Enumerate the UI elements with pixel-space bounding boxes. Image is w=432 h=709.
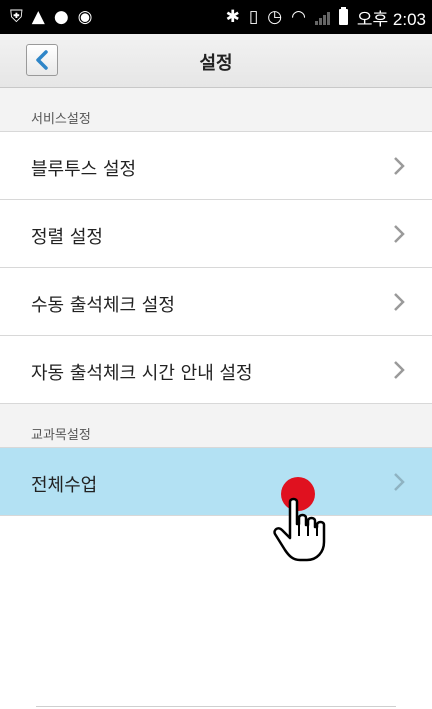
chevron-right-icon bbox=[394, 225, 405, 243]
bluetooth-icon: ✱ bbox=[225, 6, 240, 27]
wifi-icon: ◠ bbox=[291, 6, 306, 27]
list-item-manual-attendance-settings[interactable]: 수동 출석체크 설정 bbox=[0, 268, 432, 336]
list-item-sort-settings[interactable]: 정렬 설정 bbox=[0, 200, 432, 268]
status-right-icons: ✱ ▯ ◷ ◠ 오후 2:03 bbox=[226, 5, 426, 30]
list-item-label: 수동 출석체크 설정 bbox=[31, 295, 175, 316]
section-header-service: 서비스설정 bbox=[0, 88, 432, 132]
page-title: 설정 bbox=[199, 53, 233, 74]
hand-pointer-icon bbox=[273, 497, 326, 562]
chevron-right-icon bbox=[394, 361, 405, 379]
list-item-auto-attendance-time-settings[interactable]: 자동 출석체크 시간 안내 설정 bbox=[0, 336, 432, 404]
section-header-course: 교과목설정 bbox=[0, 404, 432, 448]
list-item-bluetooth-settings[interactable]: 블루투스 설정 bbox=[0, 132, 432, 200]
list-item-label: 블루투스 설정 bbox=[31, 159, 137, 180]
settings-list: 서비스설정 블루투스 설정 정렬 설정 수동 출석체크 설정 자동 출석체크 시… bbox=[0, 88, 432, 708]
divider bbox=[36, 706, 396, 707]
list-item-label: 자동 출석체크 시간 안내 설정 bbox=[31, 363, 253, 384]
circle-icon: ● bbox=[53, 6, 69, 27]
shield-icon: ⛨ bbox=[10, 6, 23, 27]
chevron-right-icon bbox=[394, 157, 405, 175]
sync-icon: ◉ bbox=[77, 6, 93, 27]
clock-time: 오후 2:03 bbox=[356, 9, 426, 29]
alarm-icon: ◷ bbox=[267, 6, 283, 27]
battery-icon bbox=[338, 7, 348, 25]
signal-icon bbox=[314, 9, 330, 25]
vibrate-icon: ▯ bbox=[248, 6, 259, 27]
chevron-right-icon bbox=[394, 293, 405, 311]
warning-icon: ▲ bbox=[31, 6, 45, 27]
list-item-label: 정렬 설정 bbox=[31, 227, 103, 248]
app-header: 설정 bbox=[0, 34, 432, 88]
status-bar: ⛨ ▲ ● ◉ ✱ ▯ ◷ ◠ 오후 2:03 bbox=[0, 0, 432, 34]
list-item-label: 전체수업 bbox=[31, 475, 98, 496]
chevron-right-icon bbox=[394, 473, 405, 491]
list-item-all-classes[interactable]: 전체수업 bbox=[0, 448, 432, 516]
status-left-icons: ⛨ ▲ ● ◉ bbox=[10, 6, 93, 27]
